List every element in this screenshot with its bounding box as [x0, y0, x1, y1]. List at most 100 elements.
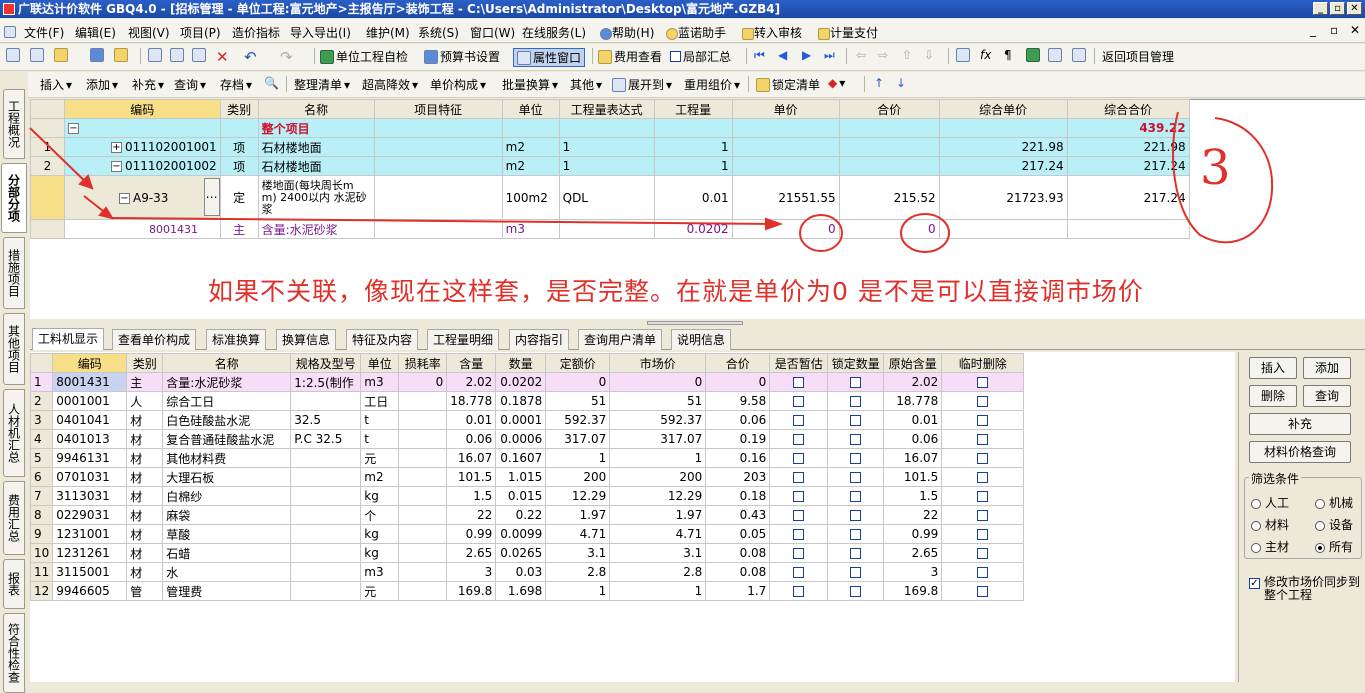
- tab-compliance[interactable]: 符合性检查: [3, 613, 25, 693]
- list-icon[interactable]: [1072, 48, 1086, 62]
- checkbox-icon[interactable]: [977, 453, 989, 464]
- add-menu[interactable]: 添加 ▾: [86, 76, 118, 93]
- filter-main-material[interactable]: 主材: [1251, 538, 1289, 555]
- checkbox-icon[interactable]: [793, 510, 805, 521]
- checkbox-icon[interactable]: [793, 586, 805, 597]
- unit-price-menu[interactable]: 单价构成 ▾: [430, 76, 486, 93]
- filter-equipment[interactable]: 设备: [1315, 516, 1353, 533]
- col-comp-price[interactable]: 综合单价: [938, 99, 1068, 119]
- checkbox-icon[interactable]: [977, 586, 989, 597]
- checkbox-icon[interactable]: [850, 396, 862, 407]
- batch-menu[interactable]: 批量换算 ▾: [502, 76, 558, 93]
- checkbox-icon[interactable]: [850, 548, 862, 559]
- copy-icon[interactable]: [170, 48, 184, 62]
- col-quota-price[interactable]: 定额价: [545, 353, 611, 373]
- col-comp-total[interactable]: 综合合价: [1066, 99, 1190, 119]
- checkbox-icon[interactable]: [850, 567, 862, 578]
- checkbox-icon[interactable]: [793, 377, 805, 388]
- binoculars-icon[interactable]: 🔍: [264, 76, 279, 90]
- organize-menu[interactable]: 整理清单 ▾: [294, 76, 350, 93]
- menu-cost-index[interactable]: 造价指标: [232, 24, 280, 41]
- prev-icon[interactable]: ◀: [778, 48, 787, 62]
- table-row[interactable]: 10 1231261 材石蜡 kg 2.65 0.0265 3.1 3.1 0.08 2.65: [29, 543, 1025, 563]
- checkbox-icon[interactable]: [850, 510, 862, 521]
- menu-help[interactable]: 帮助(H): [600, 24, 654, 41]
- self-check-button[interactable]: 单位工程自检: [320, 48, 408, 65]
- checkbox-icon[interactable]: [850, 434, 862, 445]
- menu-edit[interactable]: 编辑(E): [75, 24, 116, 41]
- add-button[interactable]: 添加: [1303, 357, 1351, 379]
- checkbox-icon[interactable]: [850, 586, 862, 597]
- return-project-button[interactable]: 返回项目管理: [1102, 48, 1174, 65]
- partial-summary-button[interactable]: 局部汇总: [670, 48, 731, 65]
- col-lock-qty[interactable]: 锁定数量: [827, 353, 885, 373]
- table-row[interactable]: 8 0229031 材麻袋个 22 0.22 1.97 1.97 0.43 22: [29, 505, 1025, 525]
- menu-measure-pay[interactable]: 计量支付: [818, 24, 878, 41]
- mdi-restore-button[interactable]: ▫: [1330, 23, 1338, 37]
- tab-qty-detail[interactable]: 工程量明细: [427, 329, 500, 350]
- checkbox-icon[interactable]: [850, 453, 862, 464]
- menu-maintain[interactable]: 维护(M): [366, 24, 410, 41]
- close-button[interactable]: ✕: [1347, 2, 1362, 15]
- tab-other[interactable]: 其他项目: [3, 313, 25, 385]
- col-provisional[interactable]: 是否暂估: [769, 353, 829, 373]
- folder-icon[interactable]: [114, 48, 128, 62]
- tab-labor-materials[interactable]: 工料机显示: [32, 328, 105, 350]
- table-row[interactable]: 1 8001431 主含量:水泥砂浆 1:2.5(制作 m3 0 2.02 0.0202 0 0 0…: [29, 372, 1025, 392]
- checkbox-icon[interactable]: [977, 472, 989, 483]
- tab-conversion-info[interactable]: 换算信息: [276, 329, 337, 350]
- mdi-close-button[interactable]: ✕: [1350, 23, 1360, 37]
- col-unit[interactable]: 单位: [360, 353, 400, 373]
- move-up-icon[interactable]: ⇧: [902, 48, 912, 62]
- table-row[interactable]: 6 0701031 材大理石板 m2 101.5 1.015 200 200 203 101.5: [29, 467, 1025, 487]
- table-row[interactable]: 11 3115001 材水 m3 3 0.03 2.8 2.8 0.08 3: [29, 562, 1025, 582]
- save-icon[interactable]: [90, 48, 104, 62]
- tab-materials-summary[interactable]: 人材机汇总: [3, 389, 25, 477]
- menu-to-audit[interactable]: 转入审核: [742, 24, 802, 41]
- query-menu[interactable]: 查询 ▾: [174, 76, 206, 93]
- col-temp-delete[interactable]: 临时删除: [941, 353, 1025, 373]
- undo-icon[interactable]: ↶: [244, 48, 257, 66]
- table-row[interactable]: 5 9946131 材其他材料费元 16.07 0.1607 1 1 0.16 16.07: [29, 448, 1025, 468]
- table-row[interactable]: − A9-33… 定 楼地面(每块周长m m) 2400以内 水泥砂浆 100m2…: [30, 175, 1190, 220]
- sync-price-checkbox[interactable]: ✓ 修改市场价同步到整个工程: [1249, 576, 1364, 602]
- tab-guide[interactable]: 内容指引: [509, 329, 570, 350]
- calculator-icon[interactable]: [956, 48, 970, 62]
- col-type[interactable]: 类别: [219, 99, 259, 119]
- table-row[interactable]: 9 1231001 材草酸 kg 0.99 0.0099 4.71 4.71 0.05 0.99: [29, 524, 1025, 544]
- expand-menu[interactable]: 展开到 ▾: [612, 76, 672, 93]
- col-loss-rate[interactable]: 损耗率: [398, 353, 448, 373]
- supplement-menu[interactable]: 补充 ▾: [132, 76, 164, 93]
- redo-icon[interactable]: ↷: [280, 48, 293, 66]
- menu-project[interactable]: 项目(P): [180, 24, 221, 41]
- collapse-icon[interactable]: −: [68, 123, 79, 134]
- budget-setting-button[interactable]: 预算书设置: [424, 48, 500, 65]
- picture-icon[interactable]: [1048, 48, 1062, 62]
- tab-items[interactable]: 分部分项: [1, 163, 27, 233]
- tab-features[interactable]: 特征及内容: [346, 329, 419, 350]
- checkbox-icon[interactable]: [850, 415, 862, 426]
- menu-lannuo[interactable]: 蓝诺助手: [666, 24, 726, 41]
- col-price[interactable]: 单价: [731, 99, 840, 119]
- checkbox-icon[interactable]: [977, 510, 989, 521]
- table-row[interactable]: 3 0401041 材白色硅酸盐水泥 32.5 t 0.01 0.0001 592.37 592…: [29, 410, 1025, 430]
- menu-file[interactable]: 文件(F): [24, 24, 64, 41]
- splitter[interactable]: [30, 320, 1365, 326]
- maximize-button[interactable]: ▫: [1330, 2, 1345, 15]
- insert-button[interactable]: 插入: [1249, 357, 1297, 379]
- checkbox-icon[interactable]: [977, 377, 989, 388]
- checkbox-icon[interactable]: [977, 491, 989, 502]
- col-quantity[interactable]: 数量: [495, 353, 547, 373]
- checkbox-icon[interactable]: [793, 415, 805, 426]
- tab-measures[interactable]: 措施项目: [3, 237, 25, 309]
- table-row[interactable]: 2 0001001 人综合工日 工日 18.778 0.1878 51 51 9.58 18.77…: [29, 391, 1025, 411]
- expand-icon[interactable]: +: [111, 142, 122, 153]
- attr-window-button[interactable]: 属性窗口: [513, 48, 586, 67]
- last-icon[interactable]: ⏭: [824, 48, 835, 63]
- collapse-icon[interactable]: −: [111, 161, 122, 172]
- checkbox-icon[interactable]: [977, 567, 989, 578]
- minimize-button[interactable]: _: [1313, 2, 1328, 15]
- reuse-menu[interactable]: 重用组价 ▾: [684, 76, 740, 93]
- price-query-button[interactable]: 材料价格查询: [1249, 441, 1351, 463]
- checkbox-icon[interactable]: [793, 472, 805, 483]
